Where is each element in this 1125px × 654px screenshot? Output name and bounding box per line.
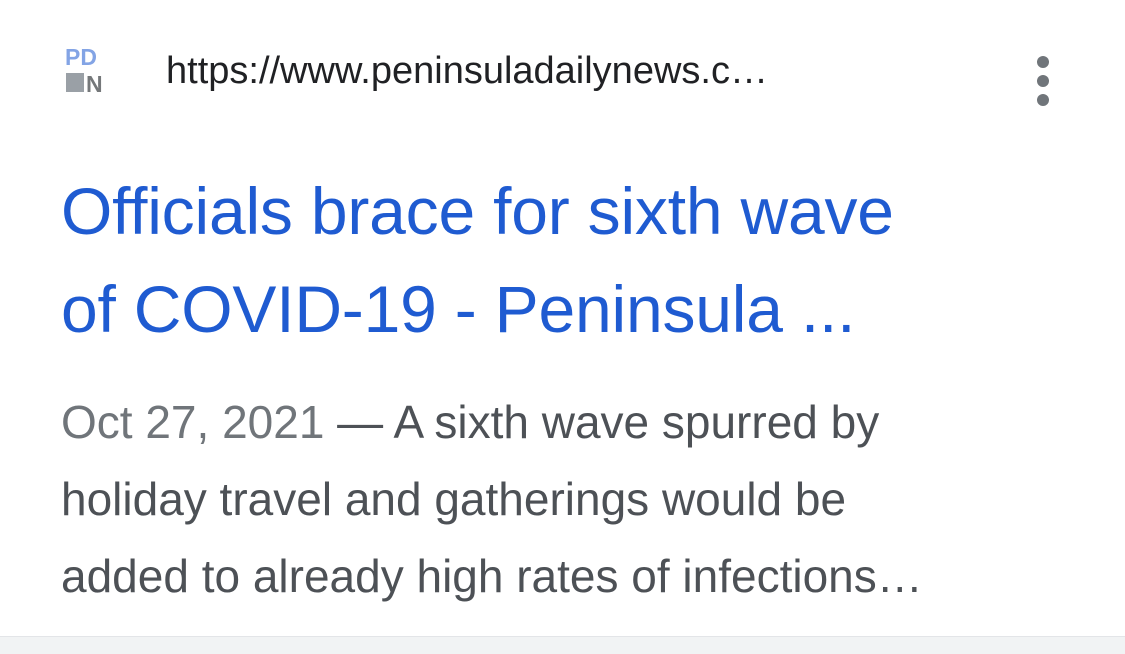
result-url[interactable]: https://www.peninsuladailynews.c… — [166, 48, 926, 94]
peninsula-daily-news-logo-icon: PD N — [63, 43, 113, 97]
svg-text:PD: PD — [65, 44, 97, 70]
result-title-line: Officials brace for sixth wave — [61, 174, 894, 248]
card-divider — [0, 636, 1125, 654]
result-date: Oct 27, 2021 — [61, 396, 325, 448]
snippet-text: A sixth wave spurred by — [393, 396, 880, 448]
snippet-line: added to already high rates of infection… — [61, 550, 923, 602]
more-dot — [1037, 94, 1049, 106]
more-dot — [1037, 56, 1049, 68]
result-title-line: of COVID-19 - Peninsula ... — [61, 272, 856, 346]
date-separator: — — [324, 396, 394, 448]
search-result-card[interactable]: PD N https://www.peninsuladailynews.c… O… — [0, 0, 1125, 636]
more-vertical-icon[interactable] — [1020, 52, 1066, 110]
svg-text:N: N — [86, 71, 103, 95]
snippet-line: holiday travel and gatherings would be — [61, 473, 847, 525]
snippet-line: Oct 27, 2021 — A sixth wave spurred by — [61, 384, 1091, 461]
result-title-link[interactable]: Officials brace for sixth wave of COVID-… — [61, 162, 1081, 358]
more-dot — [1037, 75, 1049, 87]
result-snippet: Oct 27, 2021 — A sixth wave spurred by h… — [61, 384, 1091, 615]
